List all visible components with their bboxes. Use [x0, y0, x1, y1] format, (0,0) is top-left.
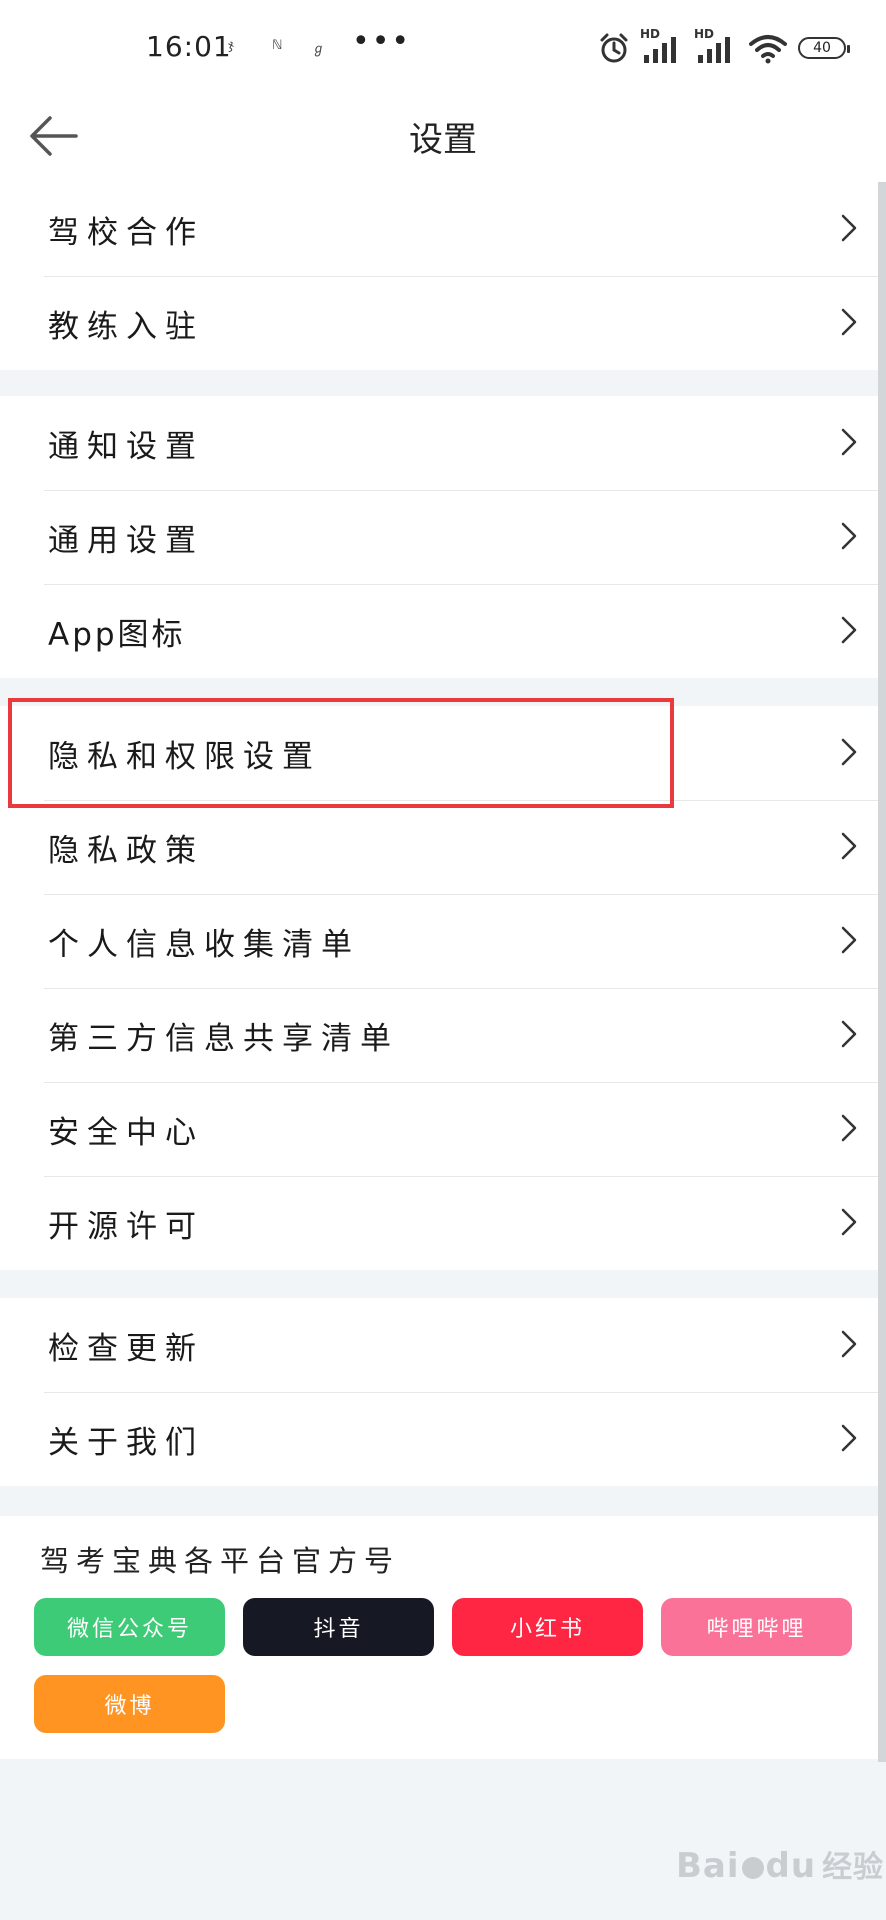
- settings-item-label: 个人信息收集清单: [48, 926, 360, 963]
- bilibili-button[interactable]: 哔哩哔哩: [661, 1598, 852, 1656]
- douyin-button[interactable]: 抖音: [243, 1598, 434, 1656]
- chevron-right-icon: [841, 1330, 857, 1358]
- wifi-icon: [749, 35, 787, 64]
- alarm-icon: [600, 33, 628, 63]
- settings-item-label: 检查更新: [48, 1330, 204, 1367]
- settings-item-coach-join[interactable]: 教练入驻: [0, 276, 878, 370]
- app-header: 设置: [0, 92, 886, 182]
- settings-item-label: 通知设置: [48, 428, 204, 465]
- chevron-right-icon: [841, 1114, 857, 1142]
- chevron-right-icon: [841, 738, 857, 766]
- settings-item-privacy-policy[interactable]: 隐私政策: [0, 800, 878, 894]
- more-notifications-icon: •••: [352, 24, 412, 59]
- settings-item-label: 第三方信息共享清单: [48, 1020, 399, 1057]
- settings-item-label: 驾校合作: [48, 214, 204, 251]
- status-time: 16:01: [146, 30, 232, 63]
- battery-level: 40: [813, 40, 831, 56]
- settings-item-driving-school-cooperation[interactable]: 驾校合作: [0, 182, 878, 276]
- notification-icon: ℕ: [272, 38, 283, 53]
- settings-item-about-us[interactable]: 关于我们: [0, 1392, 878, 1486]
- battery-icon: 40: [798, 37, 850, 59]
- chevron-right-icon: [841, 1208, 857, 1236]
- settings-item-label: 隐私政策: [48, 832, 204, 869]
- scrollbar[interactable]: [878, 182, 886, 1762]
- settings-item-app-icon[interactable]: App图标: [0, 584, 878, 678]
- chevron-right-icon: [841, 308, 857, 336]
- signal-icon: HD: [640, 27, 684, 65]
- signal-icon: HD: [694, 27, 738, 65]
- settings-item-security-center[interactable]: 安全中心: [0, 1082, 878, 1176]
- chevron-right-icon: [841, 1020, 857, 1048]
- page-title: 设置: [409, 120, 477, 160]
- settings-item-open-source-license[interactable]: 开源许可: [0, 1176, 878, 1270]
- status-bar: 16:01 ჯ ℕ ℊ ••• HD HD 40: [0, 0, 886, 92]
- status-icons: HD HD 40: [598, 27, 850, 68]
- chevron-right-icon: [841, 214, 857, 242]
- xiaohongshu-button[interactable]: 小红书: [452, 1598, 643, 1656]
- settings-item-label: App图标: [48, 616, 186, 653]
- notification-icon: ℊ: [312, 42, 326, 57]
- chevron-right-icon: [841, 522, 857, 550]
- settings-item-label: 通用设置: [48, 522, 204, 559]
- settings-item-general-settings[interactable]: 通用设置: [0, 490, 878, 584]
- watermark-brand: du: [765, 1846, 817, 1886]
- section-title: 驾考宝典各平台官方号: [40, 1544, 401, 1578]
- paw-icon: [741, 1856, 764, 1879]
- chevron-right-icon: [841, 832, 857, 860]
- settings-group: 隐私和权限设置 隐私政策 个人信息收集清单 第三方信息共享清单 安全中心 开源许…: [0, 706, 878, 1270]
- settings-item-label: 安全中心: [48, 1114, 204, 1151]
- weibo-button[interactable]: 微博: [34, 1675, 225, 1733]
- wechat-official-button[interactable]: 微信公众号: [34, 1598, 225, 1656]
- settings-item-personal-info-list[interactable]: 个人信息收集清单: [0, 894, 878, 988]
- watermark-text: 经验: [822, 1850, 885, 1885]
- settings-item-notification-settings[interactable]: 通知设置: [0, 396, 878, 490]
- settings-item-label: 隐私和权限设置: [48, 738, 321, 775]
- settings-item-third-party-sharing-list[interactable]: 第三方信息共享清单: [0, 988, 878, 1082]
- notification-icon: ჯ: [228, 38, 234, 53]
- chevron-right-icon: [841, 428, 857, 456]
- settings-item-label: 教练入驻: [48, 308, 204, 345]
- settings-group: 驾校合作 教练入驻: [0, 182, 878, 370]
- settings-group: 检查更新 关于我们: [0, 1298, 878, 1486]
- settings-item-label: 关于我们: [48, 1424, 204, 1461]
- settings-item-check-update[interactable]: 检查更新: [0, 1298, 878, 1392]
- chevron-right-icon: [841, 926, 857, 954]
- chevron-right-icon: [841, 616, 857, 644]
- watermark-brand: Bai: [676, 1846, 740, 1886]
- baidu-watermark-logo: Bai du 经验: [676, 1842, 884, 1886]
- settings-item-label: 开源许可: [48, 1208, 204, 1245]
- chevron-right-icon: [841, 1424, 857, 1452]
- settings-group: 通知设置 通用设置 App图标: [0, 396, 878, 678]
- official-accounts-section: 驾考宝典各平台官方号 微信公众号 抖音 小红书 哔哩哔哩 微博: [0, 1516, 878, 1759]
- settings-item-privacy-permission-settings[interactable]: 隐私和权限设置: [0, 706, 878, 800]
